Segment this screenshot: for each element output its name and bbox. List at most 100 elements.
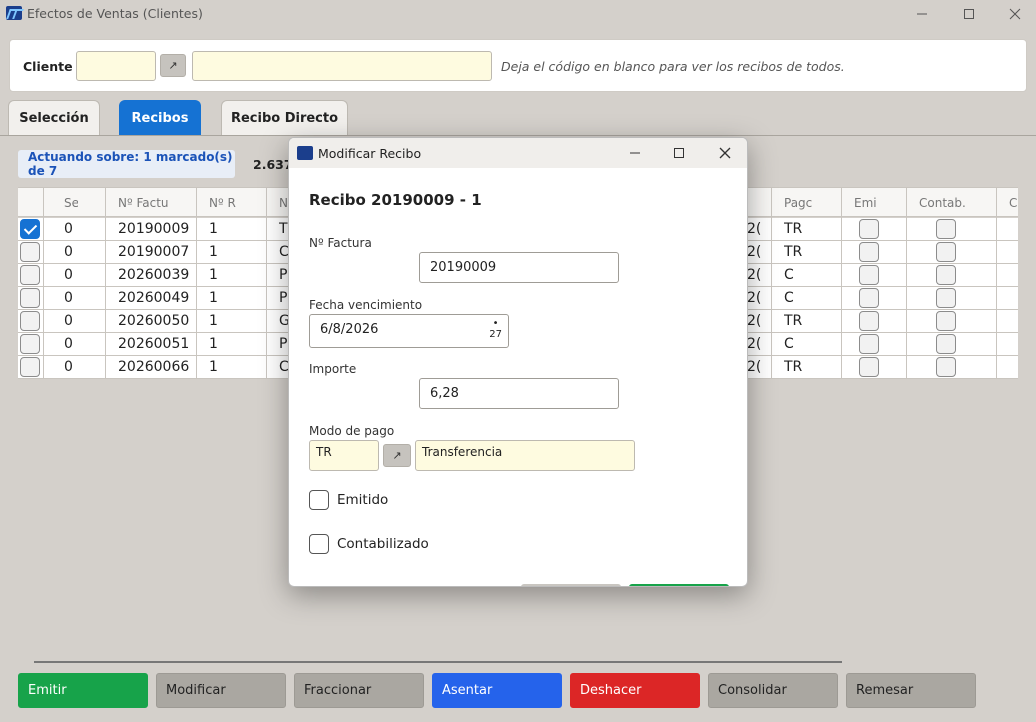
- client-name-input[interactable]: [192, 51, 492, 81]
- tab-seleccion[interactable]: Selección: [8, 100, 100, 136]
- factura-label: Nº Factura: [309, 236, 372, 250]
- asentar-button[interactable]: Asentar: [432, 673, 562, 708]
- row-select-checkbox[interactable]: [20, 219, 40, 239]
- fecha-date-picker[interactable]: 6/8/2026 • 27: [309, 314, 509, 348]
- cell-fecha: 2(: [747, 290, 762, 306]
- cell-recibo: 1: [209, 336, 218, 352]
- cell-pago: TR: [784, 359, 803, 375]
- column-header-co[interactable]: Co: [1009, 196, 1018, 210]
- emitido-checkbox[interactable]: [859, 357, 879, 377]
- cell-pago: C: [784, 336, 794, 352]
- row-select-checkbox[interactable]: [20, 265, 40, 285]
- dialog-title-bar: Modificar Recibo: [289, 138, 747, 168]
- factura-input[interactable]: 20190009: [419, 252, 619, 283]
- emitido-checkbox[interactable]: [859, 334, 879, 354]
- importe-label: Importe: [309, 362, 357, 376]
- selection-status-badge: Actuando sobre: 1 marcado(s) de 7: [18, 150, 235, 178]
- row-select-checkbox[interactable]: [20, 242, 40, 262]
- cell-fecha: 2(: [747, 221, 762, 237]
- emitido-checkbox[interactable]: [859, 219, 879, 239]
- cell-serie: 0: [64, 221, 73, 237]
- tab-divider: [0, 135, 1036, 136]
- app-logo-icon: [6, 6, 22, 20]
- deshacer-button[interactable]: Deshacer: [570, 673, 700, 708]
- row-select-checkbox[interactable]: [20, 288, 40, 308]
- cell-pago: TR: [784, 313, 803, 329]
- emitido-checkbox[interactable]: [309, 490, 329, 510]
- open-lookup-icon: ↗: [168, 59, 178, 72]
- modo-pago-code-input[interactable]: TR: [309, 440, 379, 471]
- cell-serie: 0: [64, 313, 73, 329]
- close-window-button[interactable]: [992, 0, 1036, 28]
- client-code-input[interactable]: [76, 51, 156, 81]
- emitido-checkbox[interactable]: [859, 311, 879, 331]
- column-header-emitido[interactable]: Emi: [854, 196, 904, 210]
- client-hint: Deja el código en blanco para ver los re…: [501, 59, 845, 74]
- emitido-checkbox[interactable]: [859, 265, 879, 285]
- open-lookup-icon: ↗: [392, 449, 402, 462]
- emitido-checkbox[interactable]: [859, 242, 879, 262]
- fecha-label: Fecha vencimiento: [309, 298, 423, 312]
- cell-factura: 20190009: [118, 221, 190, 237]
- maximize-button[interactable]: [946, 0, 992, 28]
- cell-factura: 20260051: [118, 336, 190, 352]
- minimize-button[interactable]: [899, 0, 945, 28]
- window-title: Efectos de Ventas (Clientes): [27, 6, 203, 21]
- row-select-checkbox[interactable]: [20, 357, 40, 377]
- contab-checkbox[interactable]: [936, 242, 956, 262]
- row-select-checkbox[interactable]: [20, 334, 40, 354]
- client-lookup-button[interactable]: ↗: [160, 54, 186, 77]
- cell-fecha: 2(: [747, 336, 762, 352]
- cell-pago: TR: [784, 221, 803, 237]
- cell-factura: 20260050: [118, 313, 190, 329]
- cell-serie: 0: [64, 336, 73, 352]
- emitido-checkbox[interactable]: [859, 288, 879, 308]
- contabilizado-label: Contabilizado: [337, 536, 429, 552]
- minimize-icon: [630, 152, 640, 154]
- contab-checkbox[interactable]: [936, 311, 956, 331]
- cell-pago: C: [784, 267, 794, 283]
- dialog-minimize-button[interactable]: [615, 142, 655, 164]
- column-header-pago[interactable]: Pagc: [784, 196, 834, 210]
- calendar-icon[interactable]: • 27: [489, 318, 502, 340]
- close-icon: [1009, 8, 1021, 20]
- tab-recibo-directo[interactable]: Recibo Directo: [221, 100, 348, 136]
- column-header-contab[interactable]: Contab.: [919, 196, 989, 210]
- cell-factura: 20260049: [118, 290, 190, 306]
- dialog-maximize-button[interactable]: [659, 142, 699, 164]
- modify-receipt-dialog: Modificar Recibo Recibo 20190009 - 1 Nº …: [288, 137, 748, 587]
- contab-checkbox[interactable]: [936, 288, 956, 308]
- tab-recibos[interactable]: Recibos: [119, 100, 201, 136]
- contab-checkbox[interactable]: [936, 334, 956, 354]
- minimize-icon: [917, 13, 927, 15]
- contab-checkbox[interactable]: [936, 219, 956, 239]
- contab-checkbox[interactable]: [936, 265, 956, 285]
- cell-pago: C: [784, 290, 794, 306]
- dialog-heading: Recibo 20190009 - 1: [309, 191, 482, 209]
- cell-recibo: 1: [209, 313, 218, 329]
- dialog-logo-icon: [297, 146, 313, 160]
- cell-recibo: 1: [209, 244, 218, 260]
- modificar-button[interactable]: Modificar: [156, 673, 286, 708]
- dialog-accept-button[interactable]: [629, 584, 729, 586]
- dialog-close-button[interactable]: [705, 142, 745, 164]
- column-header-serie[interactable]: Se: [64, 196, 78, 210]
- cell-factura: 20190007: [118, 244, 190, 260]
- contab-checkbox[interactable]: [936, 357, 956, 377]
- modo-pago-label: Modo de pago: [309, 424, 395, 438]
- consolidar-button[interactable]: Consolidar: [708, 673, 838, 708]
- dialog-cancel-button[interactable]: [521, 584, 621, 586]
- remesar-button[interactable]: Remesar: [846, 673, 976, 708]
- importe-input[interactable]: 6,28: [419, 378, 619, 409]
- close-icon: [719, 147, 731, 159]
- column-header-factura[interactable]: Nº Factu: [118, 196, 192, 210]
- fraccionar-button[interactable]: Fraccionar: [294, 673, 424, 708]
- emitir-button[interactable]: Emitir: [18, 673, 148, 708]
- cell-fecha: 2(: [747, 313, 762, 329]
- row-select-checkbox[interactable]: [20, 311, 40, 331]
- modo-pago-lookup-button[interactable]: ↗: [383, 444, 411, 467]
- cell-fecha: 2(: [747, 244, 762, 260]
- column-header-recibo[interactable]: Nº R: [209, 196, 269, 210]
- contabilizado-checkbox[interactable]: [309, 534, 329, 554]
- modo-pago-name-input[interactable]: Transferencia: [415, 440, 635, 471]
